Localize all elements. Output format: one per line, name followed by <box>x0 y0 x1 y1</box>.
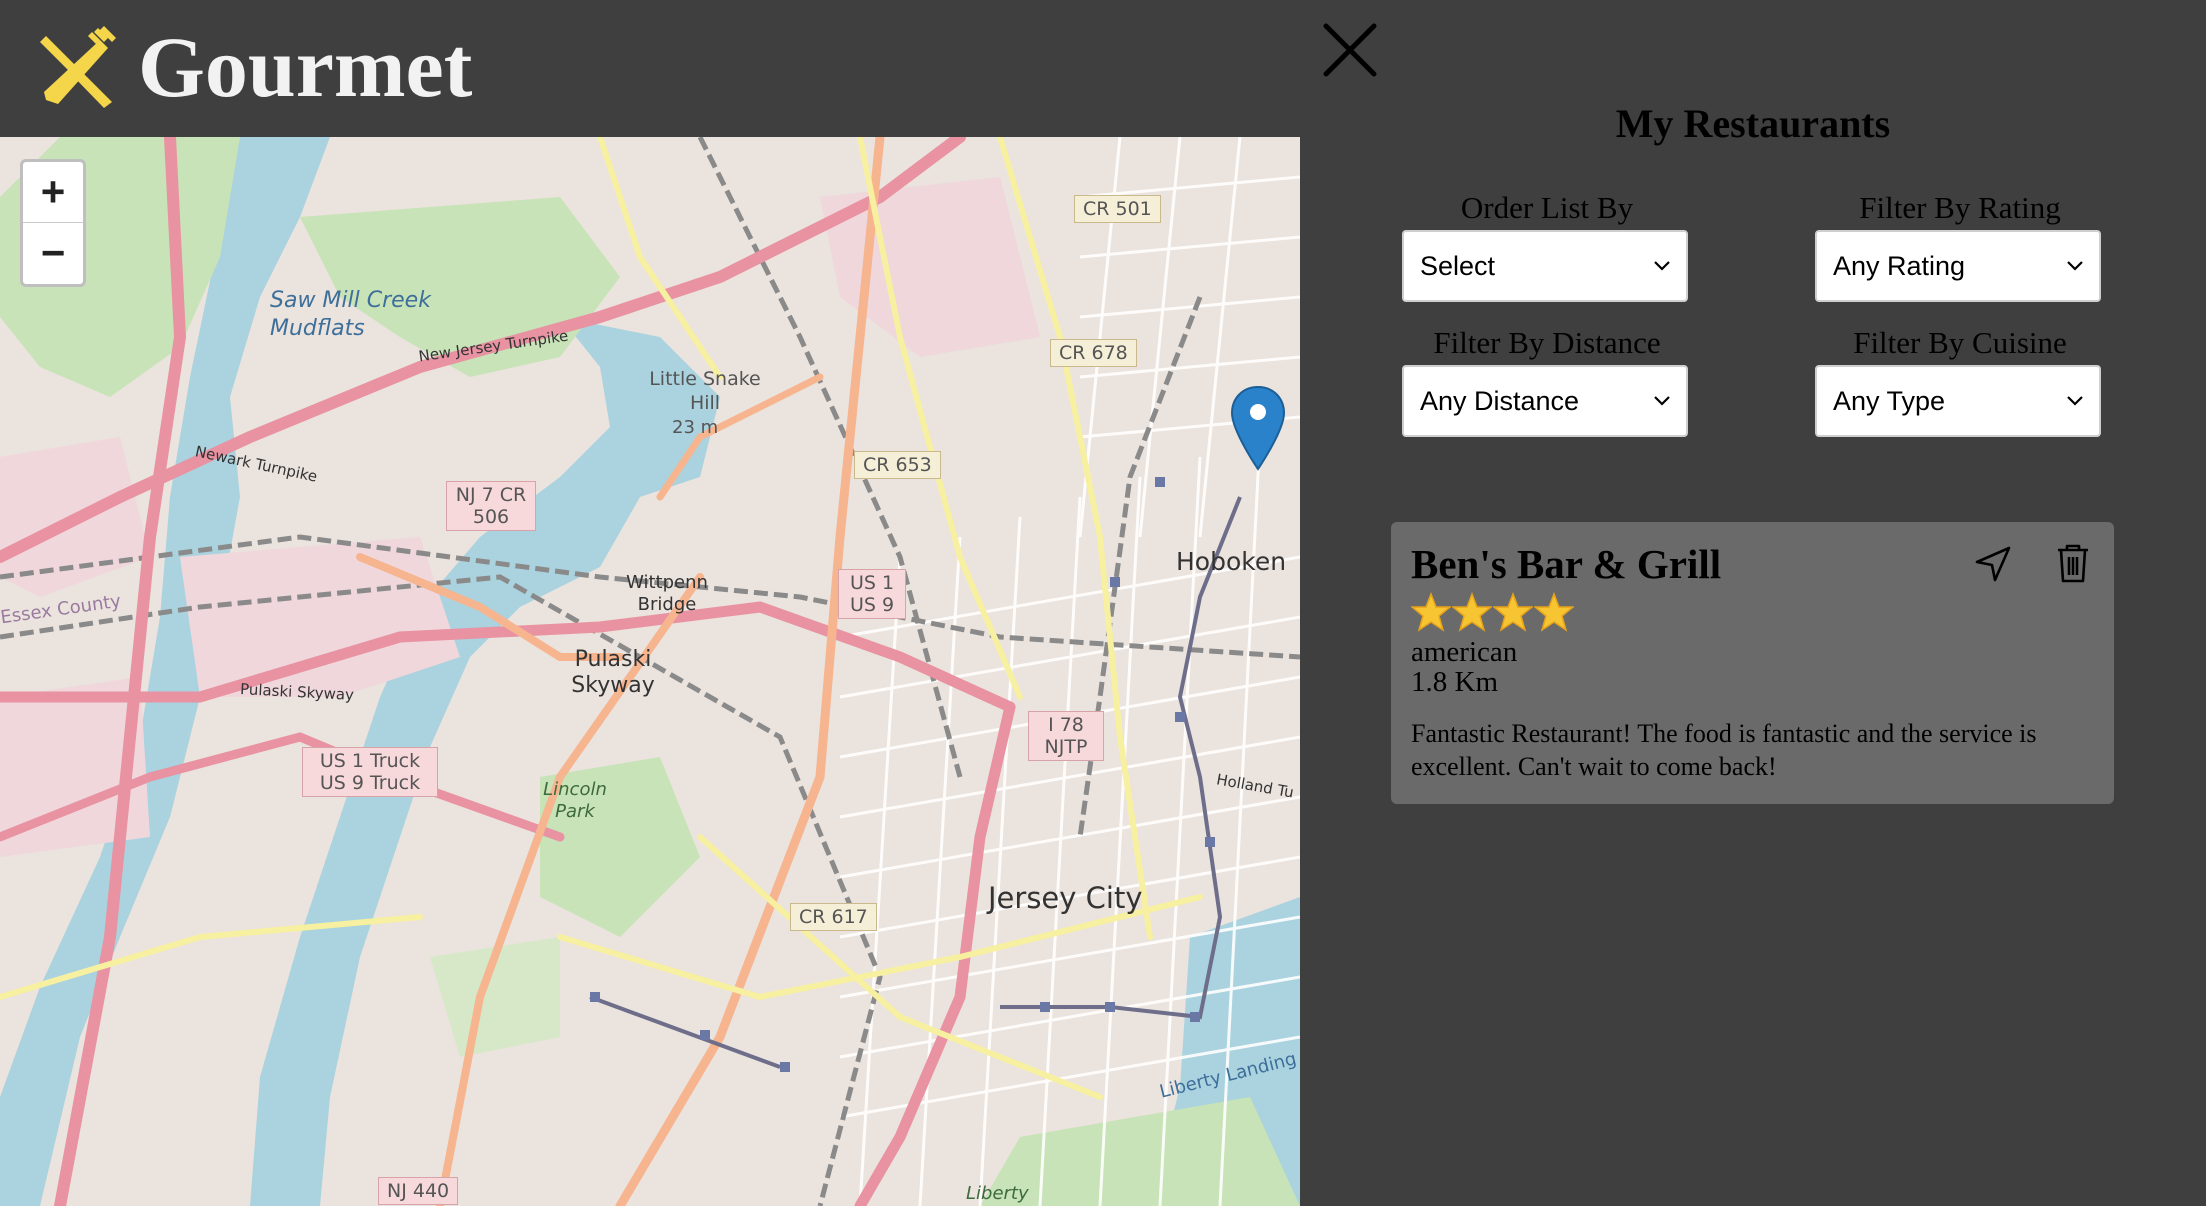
star-icon <box>1534 592 1574 632</box>
map-label-mudflats: Saw Mill Creek Mudflats <box>270 288 431 341</box>
road-shield-cr617: CR 617 <box>790 903 877 931</box>
distance-select[interactable]: Any Distance <box>1402 365 1688 437</box>
cuisine-filter-label: Filter By Cuisine <box>1853 325 2067 360</box>
distance-select-value: Any Distance <box>1420 385 1580 416</box>
rating-select[interactable]: Any Rating <box>1815 230 2101 302</box>
cuisine-select-value: Any Type <box>1833 385 1946 416</box>
zoom-out-button[interactable]: − <box>23 222 83 283</box>
navigation-arrow-icon[interactable] <box>1973 544 2013 584</box>
star-icon <box>1452 592 1492 632</box>
map-view[interactable]: Saw Mill Creek Mudflats Little Snake Hil… <box>0 137 1300 1206</box>
rating-filter: Filter By Rating Any Rating <box>1815 190 2105 302</box>
road-shield-cr501: CR 501 <box>1074 195 1161 223</box>
road-shield-nj440: NJ 440 <box>378 1177 459 1205</box>
map-label-elevation: 23 m <box>672 417 719 438</box>
chevron-down-icon <box>2067 396 2083 406</box>
order-select-value: Select <box>1420 250 1496 281</box>
app-title: Gourmet <box>138 19 473 115</box>
restaurant-review: Fantastic Restaurant! The food is fantas… <box>1411 719 2037 781</box>
restaurant-cuisine: american <box>1411 636 1518 668</box>
trash-icon[interactable] <box>2055 542 2091 584</box>
map-label-hoboken: Hoboken <box>1176 547 1287 576</box>
map-label-wittpenn-bridge: Wittpenn Bridge <box>626 572 708 615</box>
distance-filter: Filter By Distance Any Distance <box>1402 325 1692 437</box>
chevron-down-icon <box>2067 261 2083 271</box>
close-icon[interactable] <box>1320 20 1380 80</box>
road-shield-i78-njtp: I 78 NJTP <box>1028 711 1104 761</box>
map-label-liberty: Liberty <box>966 1183 1029 1204</box>
chevron-down-icon <box>1654 396 1670 406</box>
road-shield-nj7-cr506: NJ 7 CR 506 <box>446 481 536 531</box>
order-select[interactable]: Select <box>1402 230 1688 302</box>
road-shield-us1-truck: US 1 Truck US 9 Truck <box>302 747 438 797</box>
map-label-jersey-city: Jersey City <box>988 881 1143 915</box>
app-header: Gourmet <box>0 0 1300 137</box>
map-label-lincoln-park: Lincoln Park <box>543 779 607 822</box>
rating-filter-label: Filter By Rating <box>1859 190 2061 225</box>
rating-select-value: Any Rating <box>1833 250 1966 281</box>
cuisine-filter: Filter By Cuisine Any Type <box>1815 325 2105 437</box>
zoom-in-button[interactable]: + <box>23 162 83 222</box>
cuisine-select[interactable]: Any Type <box>1815 365 2101 437</box>
map-label-pulaski-skyway: Pulaski Skyway <box>571 647 655 698</box>
star-icon <box>1493 592 1533 632</box>
zoom-control: + − <box>20 159 86 287</box>
panel-title: My Restaurants <box>1615 101 1891 146</box>
restaurant-card[interactable]: Ben's Bar & Grill american 1.8 Km Fantas… <box>1391 522 2114 804</box>
chevron-down-icon <box>1654 261 1670 271</box>
restaurant-name: Ben's Bar & Grill <box>1411 541 1722 587</box>
map-label-little-snake-hill: Little Snake Hill <box>649 368 761 414</box>
order-filter-label: Order List By <box>1460 190 1634 225</box>
order-filter: Order List By Select <box>1402 190 1692 302</box>
distance-filter-label: Filter By Distance <box>1433 325 1661 360</box>
restaurant-distance: 1.8 Km <box>1411 666 1498 698</box>
road-shield-cr653: CR 653 <box>854 451 941 479</box>
map-pin-icon[interactable] <box>1230 385 1286 471</box>
road-shield-cr678: CR 678 <box>1050 339 1137 367</box>
fork-knife-icon <box>40 26 116 108</box>
star-rating <box>1411 592 1575 634</box>
star-icon <box>1411 592 1451 632</box>
road-shield-us1-us9: US 1 US 9 <box>838 569 906 619</box>
